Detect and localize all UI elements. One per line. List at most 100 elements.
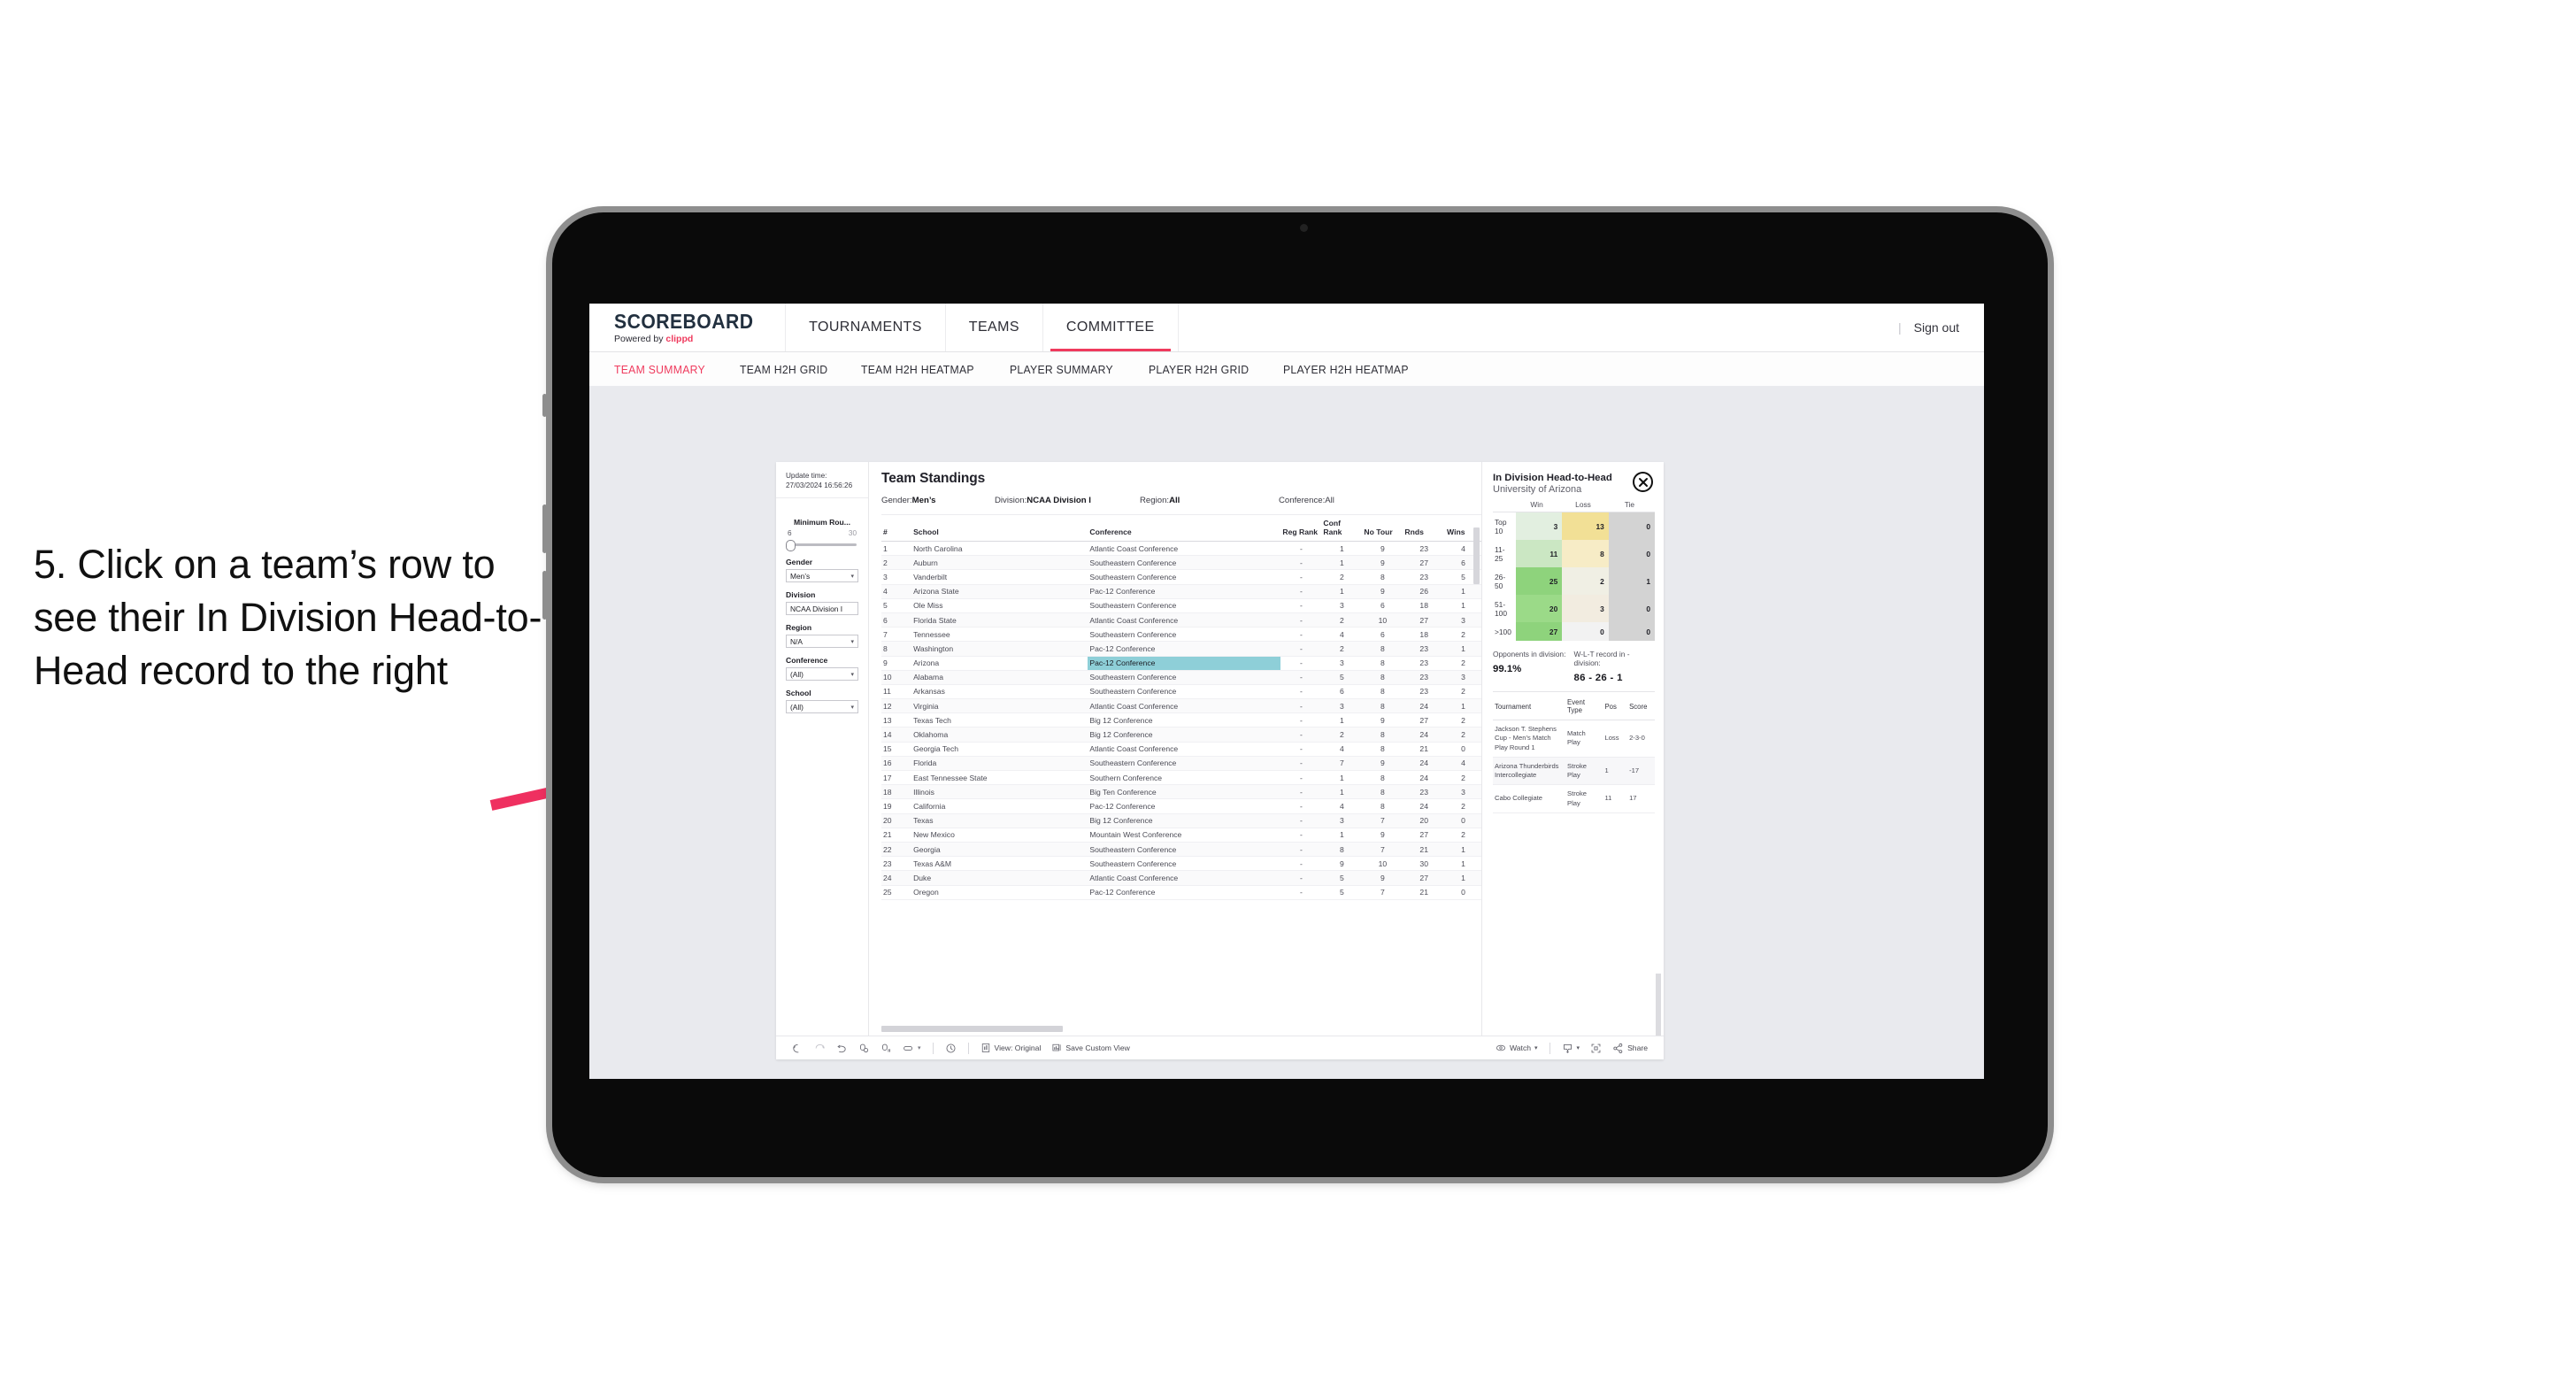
cell-school: Texas Tech	[911, 712, 1088, 728]
table-row[interactable]: 17 East Tennessee State Southern Conferenc…	[881, 770, 1481, 786]
tab-team-h2h-heatmap[interactable]: TEAM H2H HEATMAP	[861, 363, 974, 376]
tour-event-type: Stroke Play	[1565, 784, 1603, 813]
table-row[interactable]: 9 Arizona Pac-12 Conference -3 8 23 2	[881, 656, 1481, 671]
nav-item-teams[interactable]: TEAMS	[946, 304, 1043, 351]
cell-no-tour: 9	[1362, 756, 1403, 772]
brand-logo[interactable]: SCOREBOARD Powered by clippd	[589, 304, 787, 351]
col-no-tour[interactable]: No Tour	[1362, 515, 1403, 542]
nav-item-committee[interactable]: COMMITTEE	[1043, 304, 1179, 351]
sign-out-link[interactable]: Sign out	[1914, 320, 1959, 335]
cell-conf-rank: 1	[1321, 712, 1363, 728]
table-row[interactable]: 5 Ole Miss Southeastern Conference -3 6 18 1	[881, 598, 1481, 613]
cell-no-tour: 9	[1362, 584, 1403, 599]
cell-rnds: 30	[1403, 856, 1446, 872]
table-row[interactable]: 11 Arkansas Southeastern Conference -6 8 23 2	[881, 684, 1481, 700]
col-rank[interactable]: #	[881, 515, 912, 542]
table-row[interactable]: 21 New Mexico Mountain West Conference -1 9 2…	[881, 828, 1481, 843]
filter-region-select[interactable]: N/A ▾	[786, 635, 858, 649]
vertical-scrollbar[interactable]	[1473, 527, 1480, 584]
table-row[interactable]: 8 Washington Pac-12 Conference -2 8 23 1	[881, 641, 1481, 657]
col-reg-rank[interactable]: Reg Rank	[1280, 515, 1322, 542]
cell-wins: 2	[1445, 770, 1481, 786]
cell-wins: 2	[1445, 828, 1481, 843]
cell-conf-rank: 4	[1321, 742, 1363, 757]
pause-updates-icon[interactable]	[875, 1043, 897, 1054]
table-row[interactable]: 19 California Pac-12 Conference -4 8 24 2	[881, 798, 1481, 814]
filter-conference-select[interactable]: (All) ▾	[786, 667, 858, 681]
table-row[interactable]: 23 Texas A&M Southeastern Conference -9 10 30…	[881, 856, 1481, 872]
table-row[interactable]: 25 Oregon Pac-12 Conference -5 7 21 0	[881, 885, 1481, 900]
cell-no-tour: 9	[1362, 712, 1403, 728]
shape-icon[interactable]: ▾	[897, 1043, 927, 1054]
tab-player-h2h-grid[interactable]: PLAYER H2H GRID	[1149, 363, 1249, 376]
cell-reg-rank: -	[1280, 828, 1322, 843]
table-row[interactable]: 4 Arizona State Pac-12 Conference -1 9 26 1	[881, 584, 1481, 599]
slider-handle[interactable]	[786, 540, 796, 552]
tour-name: Jackson T. Stephens Cup - Men’s Match Pl…	[1493, 720, 1566, 758]
tournament-row[interactable]: Arizona Thunderbirds Intercollegiate Stro…	[1493, 757, 1655, 786]
cell-wins: 2	[1445, 712, 1481, 728]
cell-rank: 7	[881, 627, 912, 643]
view-original-button[interactable]: View: Original	[975, 1043, 1047, 1053]
tab-team-summary[interactable]: TEAM SUMMARY	[614, 363, 705, 376]
standings-meta: Gender: Men’s Division: NCAA Division I …	[881, 496, 1481, 515]
filter-gender-select[interactable]: Men’s ▾	[786, 569, 858, 583]
horizontal-scroll-zone[interactable]	[881, 1023, 1476, 1036]
col-school[interactable]: School	[911, 515, 1088, 542]
table-row[interactable]: 16 Florida Southeastern Conference -7 9 24 4	[881, 756, 1481, 772]
table-row[interactable]: 20 Texas Big 12 Conference -3 7 20 0	[881, 813, 1481, 828]
table-row[interactable]: 13 Texas Tech Big 12 Conference -1 9 27 2	[881, 712, 1481, 728]
filter-minimum-rounds-range: 6 30	[786, 529, 858, 537]
min-rounds-slider[interactable]	[786, 539, 858, 552]
tab-player-h2h-heatmap[interactable]: PLAYER H2H HEATMAP	[1283, 363, 1409, 376]
save-custom-view-button[interactable]: Save Custom View	[1046, 1043, 1134, 1053]
meta-region: Region: All	[1140, 496, 1279, 505]
filter-division-select[interactable]: NCAA Division I	[786, 602, 858, 616]
refresh-data-icon[interactable]	[853, 1043, 875, 1054]
table-row[interactable]: 14 Oklahoma Big 12 Conference -2 8 24 2	[881, 727, 1481, 743]
tournament-row[interactable]: Jackson T. Stephens Cup - Men’s Match Pl…	[1493, 720, 1655, 758]
table-row[interactable]: 12 Virginia Atlantic Coast Conference -3 8 24…	[881, 698, 1481, 714]
tournament-row[interactable]: Cabo Collegiate Stroke Play 11 17	[1493, 784, 1655, 813]
redo-icon[interactable]	[809, 1043, 831, 1054]
revert-icon[interactable]	[831, 1043, 853, 1054]
tournaments-scrollbar[interactable]	[1656, 974, 1661, 1036]
table-row[interactable]: 15 Georgia Tech Atlantic Coast Conference -…	[881, 742, 1481, 757]
share-button[interactable]: Share	[1607, 1043, 1653, 1054]
cell-reg-rank: -	[1280, 670, 1322, 685]
col-rnds[interactable]: Rnds	[1403, 515, 1446, 542]
fullscreen-icon[interactable]	[1585, 1043, 1607, 1054]
clock-icon[interactable]	[940, 1043, 962, 1054]
table-row[interactable]: 22 Georgia Southeastern Conference -8 7 21 1	[881, 842, 1481, 858]
table-row[interactable]: 6 Florida State Atlantic Coast Conference -…	[881, 612, 1481, 628]
cell-conference: Southeastern Conference	[1088, 756, 1281, 772]
table-row[interactable]: 7 Tennessee Southeastern Conference -4 6 18 2	[881, 627, 1481, 643]
h2h-row-label: 26-50	[1493, 567, 1516, 595]
nav-item-tournaments[interactable]: TOURNAMENTS	[786, 304, 946, 351]
tab-player-summary[interactable]: PLAYER SUMMARY	[1010, 363, 1113, 376]
cell-conf-rank: 3	[1321, 698, 1363, 714]
cell-no-tour: 8	[1362, 656, 1403, 671]
tab-team-h2h-grid[interactable]: TEAM H2H GRID	[740, 363, 827, 376]
instruction-annotation: 5. Click on a team’s row to see their In…	[34, 542, 542, 693]
cell-school: Ole Miss	[911, 598, 1088, 613]
table-row[interactable]: 3 Vanderbilt Southeastern Conference -2 8 23 5	[881, 569, 1481, 585]
table-row[interactable]: 2 Auburn Southeastern Conference -1 9 27 6	[881, 555, 1481, 571]
filter-school-select[interactable]: (All) ▾	[786, 700, 858, 714]
h2h-win-cell: 3	[1515, 512, 1563, 540]
table-row[interactable]: 10 Alabama Southeastern Conference -5 8 23 3	[881, 670, 1481, 685]
col-conference[interactable]: Conference	[1088, 515, 1281, 542]
cell-rank: 1	[881, 541, 912, 557]
undo-icon[interactable]	[787, 1043, 809, 1054]
cell-school: Duke	[911, 870, 1088, 886]
horizontal-scrollbar[interactable]	[881, 1026, 1063, 1032]
close-icon[interactable]	[1633, 472, 1653, 492]
filter-division-value: NCAA Division I	[790, 604, 843, 613]
watch-button[interactable]: Watch ▾	[1490, 1043, 1543, 1053]
col-conf-rank[interactable]: Conf Rank	[1321, 515, 1363, 542]
cell-school: East Tennessee State	[911, 770, 1088, 786]
table-row[interactable]: 1 North Carolina Atlantic Coast Conference…	[881, 541, 1481, 557]
table-row[interactable]: 24 Duke Atlantic Coast Conference -5 9 27 1	[881, 870, 1481, 886]
table-row[interactable]: 18 Illinois Big Ten Conference -1 8 23 3	[881, 784, 1481, 800]
download-icon[interactable]: ▾	[1557, 1043, 1586, 1054]
